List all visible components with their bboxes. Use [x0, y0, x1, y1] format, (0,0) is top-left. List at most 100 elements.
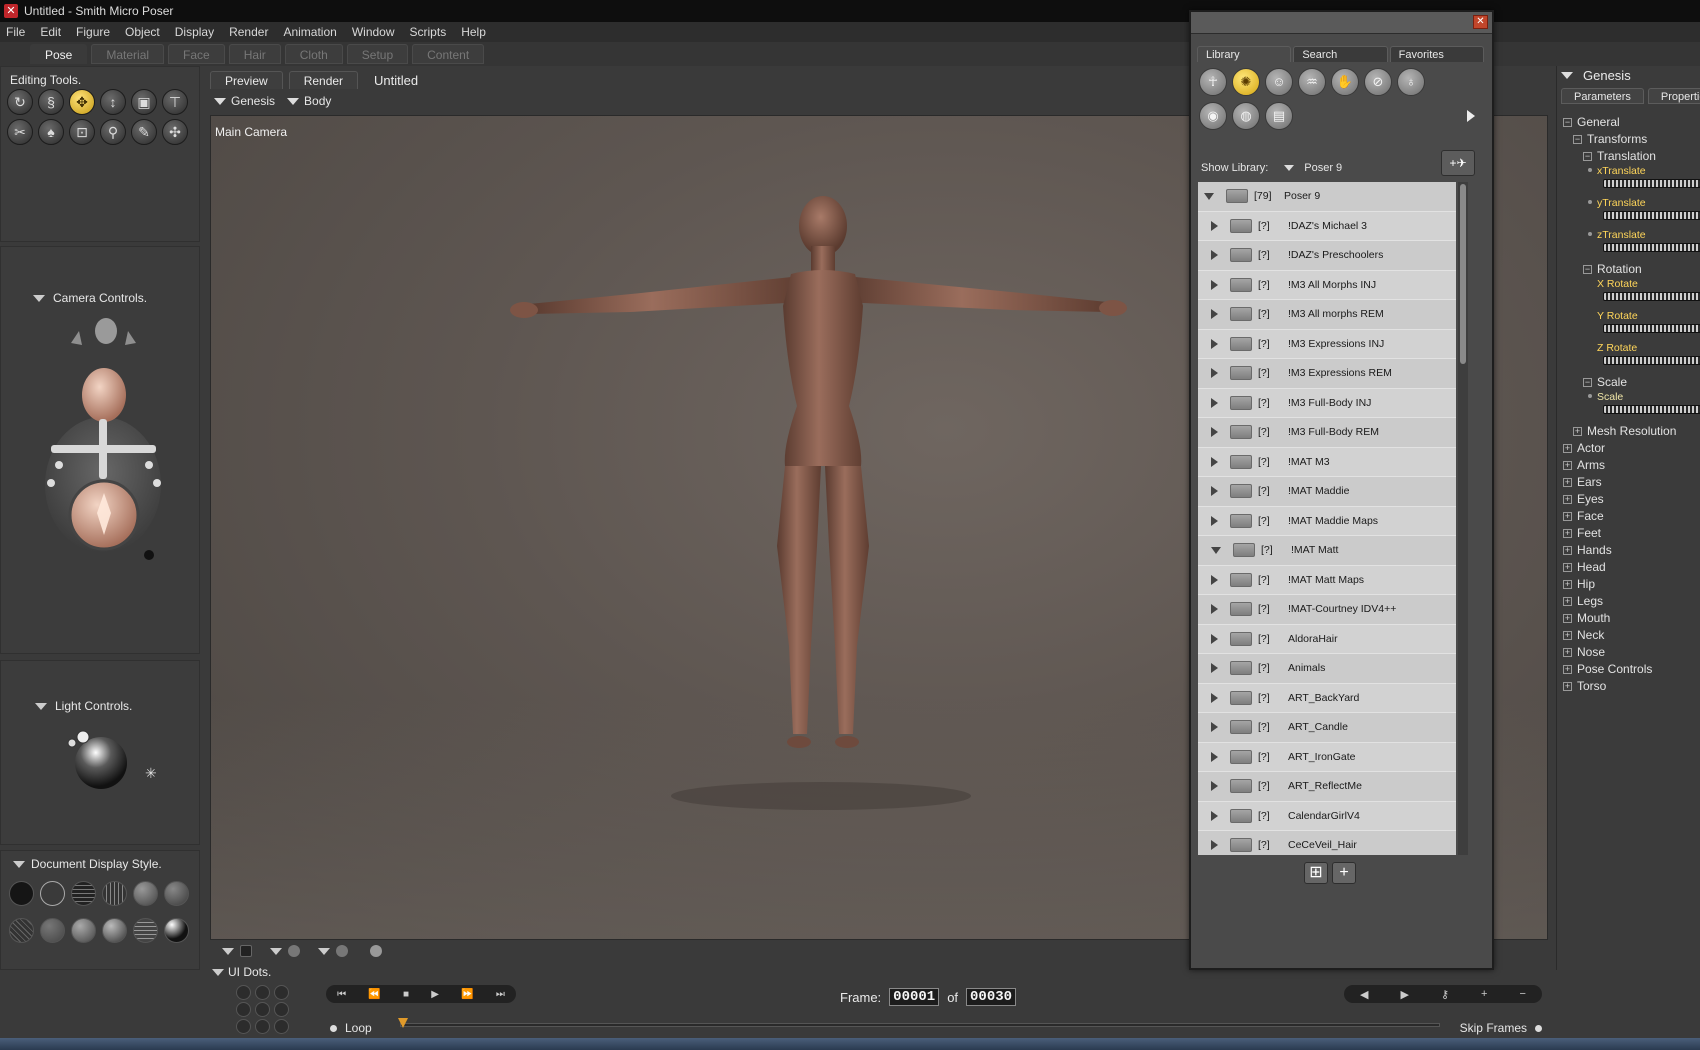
ui-dot[interactable]: [255, 1002, 270, 1017]
group-general[interactable]: − General: [1563, 114, 1700, 131]
group-rotation[interactable]: − Rotation: [1563, 261, 1700, 278]
loop-radio-icon[interactable]: [330, 1024, 337, 1032]
list-item[interactable]: [?] !MAT Matt: [1198, 536, 1456, 566]
light-sphere-widget[interactable]: ✳: [63, 723, 163, 793]
translate-tool-icon[interactable]: ✥: [69, 89, 95, 115]
step-back-icon[interactable]: ⏪: [368, 989, 380, 1000]
collapse-triangle-icon[interactable]: [212, 968, 224, 976]
expand-triangle-icon[interactable]: [1211, 427, 1218, 438]
silhouette-style-icon[interactable]: [9, 881, 34, 906]
texture-shaded-style-icon[interactable]: [164, 918, 189, 943]
expand-triangle-icon[interactable]: [1211, 604, 1218, 615]
scenes-category-icon[interactable]: ▤: [1265, 102, 1293, 130]
parameter-group[interactable]: + Legs: [1563, 593, 1700, 610]
list-item[interactable]: [?] !MAT Maddie: [1198, 477, 1456, 507]
list-item[interactable]: [?] CalendarGirlV4: [1198, 801, 1456, 831]
skip-frames-toggle[interactable]: Skip Frames: [1460, 1021, 1542, 1035]
expand-triangle-icon[interactable]: [1211, 546, 1221, 554]
list-item[interactable]: [?] ART_ReflectMe: [1198, 772, 1456, 802]
expand-box-icon[interactable]: +: [1563, 546, 1572, 555]
tab-properties[interactable]: Properties: [1647, 88, 1700, 104]
left-hand-camera-icon[interactable]: [71, 331, 82, 345]
tab-preview[interactable]: Preview: [210, 71, 283, 89]
expand-triangle-icon[interactable]: [1211, 368, 1218, 379]
list-item[interactable]: [?] ART_IronGate: [1198, 742, 1456, 772]
expand-box-icon[interactable]: +: [1563, 444, 1572, 453]
expand-triangle-icon[interactable]: [1211, 722, 1218, 733]
loop-toggle[interactable]: Loop: [330, 1021, 372, 1035]
list-item[interactable]: [?] Animals: [1198, 654, 1456, 684]
viewport-menu-icon[interactable]: [222, 947, 234, 955]
expand-box-icon[interactable]: +: [1563, 563, 1572, 572]
wireframe-style-icon[interactable]: [71, 881, 96, 906]
group-transforms[interactable]: − Transforms: [1563, 131, 1700, 148]
play-icon[interactable]: ▶: [431, 989, 439, 1000]
list-item[interactable]: [?] !MAT-Courtney IDV4++: [1198, 595, 1456, 625]
parameter-group[interactable]: + Torso: [1563, 678, 1700, 695]
main-camera-head-icon[interactable]: [82, 368, 126, 422]
list-item[interactable]: [?] !M3 Full-Body INJ: [1198, 388, 1456, 418]
expand-triangle-icon[interactable]: [1211, 279, 1218, 290]
expand-box-icon[interactable]: +: [1563, 665, 1572, 674]
parameter-group[interactable]: + Eyes: [1563, 491, 1700, 508]
expand-box-icon[interactable]: +: [1563, 580, 1572, 589]
lit-wireframe-style-icon[interactable]: [133, 881, 158, 906]
expand-triangle-icon[interactable]: [1211, 338, 1218, 349]
tab-pose[interactable]: Pose: [30, 44, 88, 64]
list-item[interactable]: [?] AldoraHair: [1198, 624, 1456, 654]
tab-material[interactable]: Material: [91, 44, 165, 64]
expand-box-icon[interactable]: +: [1563, 614, 1572, 623]
materials-category-icon[interactable]: ◍: [1232, 102, 1260, 130]
expand-box-icon[interactable]: +: [1563, 682, 1572, 691]
timeline-scrubber[interactable]: [398, 1018, 1440, 1028]
collapse-box-icon[interactable]: −: [1573, 135, 1582, 144]
parameter-group[interactable]: + Feet: [1563, 525, 1700, 542]
add-folder-button[interactable]: ⊞: [1304, 862, 1328, 884]
collapse-box-icon[interactable]: −: [1583, 152, 1592, 161]
tab-search[interactable]: Search: [1293, 46, 1388, 62]
list-item[interactable]: [?] !M3 Full-Body REM: [1198, 418, 1456, 448]
expand-box-icon[interactable]: +: [1563, 631, 1572, 640]
expressions-category-icon[interactable]: ☺: [1265, 68, 1293, 96]
ui-dot[interactable]: [255, 1019, 270, 1034]
list-item[interactable]: [?] ART_BackYard: [1198, 683, 1456, 713]
actor-selector[interactable]: Genesis: [1561, 68, 1631, 83]
show-library-value[interactable]: Poser 9: [1304, 162, 1342, 174]
more-categories-icon[interactable]: [1467, 110, 1475, 122]
total-frames-field[interactable]: 00030: [966, 988, 1017, 1006]
previous-key-icon[interactable]: ◀: [1360, 988, 1368, 1001]
dial-slider[interactable]: [1603, 292, 1700, 301]
collapse-box-icon[interactable]: −: [1583, 378, 1592, 387]
parameter-group[interactable]: + Hands: [1563, 542, 1700, 559]
translate-in-out-tool-icon[interactable]: ↕: [100, 89, 126, 115]
expand-triangle-icon[interactable]: [1211, 220, 1218, 231]
menu-animation[interactable]: Animation: [283, 25, 336, 39]
add-to-library-button[interactable]: +: [1332, 862, 1356, 884]
tab-parameters[interactable]: Parameters: [1561, 88, 1644, 104]
lights-category-icon[interactable]: ♁: [1397, 68, 1425, 96]
parameter-group[interactable]: + Hip: [1563, 576, 1700, 593]
menu-edit[interactable]: Edit: [40, 25, 61, 39]
list-item[interactable]: [?] !M3 Expressions INJ: [1198, 329, 1456, 359]
figure-dropdown-icon[interactable]: [214, 97, 226, 105]
view-magnifier-tool-icon[interactable]: ⚲: [100, 119, 126, 145]
zrotate-dial[interactable]: Z Rotate: [1563, 342, 1700, 374]
trackball-camera-icon[interactable]: [68, 479, 140, 551]
xtranslate-dial[interactable]: xTranslate: [1563, 165, 1700, 197]
parameter-group[interactable]: + Neck: [1563, 627, 1700, 644]
expand-box-icon[interactable]: +: [1563, 495, 1572, 504]
list-item[interactable]: [?] !DAZ's Michael 3: [1198, 211, 1456, 241]
right-hand-camera-icon[interactable]: [125, 331, 136, 345]
menu-display[interactable]: Display: [175, 25, 214, 39]
dial-slider[interactable]: [1603, 243, 1700, 252]
camera-controls-widget[interactable]: [41, 315, 166, 565]
menu-window[interactable]: Window: [352, 25, 395, 39]
expand-triangle-icon[interactable]: [1211, 633, 1218, 644]
yrotate-dial[interactable]: Y Rotate: [1563, 310, 1700, 342]
collapse-box-icon[interactable]: −: [1563, 118, 1572, 127]
expand-triangle-icon[interactable]: [1211, 574, 1218, 585]
collapse-box-icon[interactable]: −: [1583, 265, 1592, 274]
ui-dot[interactable]: [236, 985, 251, 1000]
chain-break-tool-icon[interactable]: ✂: [7, 119, 33, 145]
outline-style-icon[interactable]: [40, 881, 65, 906]
